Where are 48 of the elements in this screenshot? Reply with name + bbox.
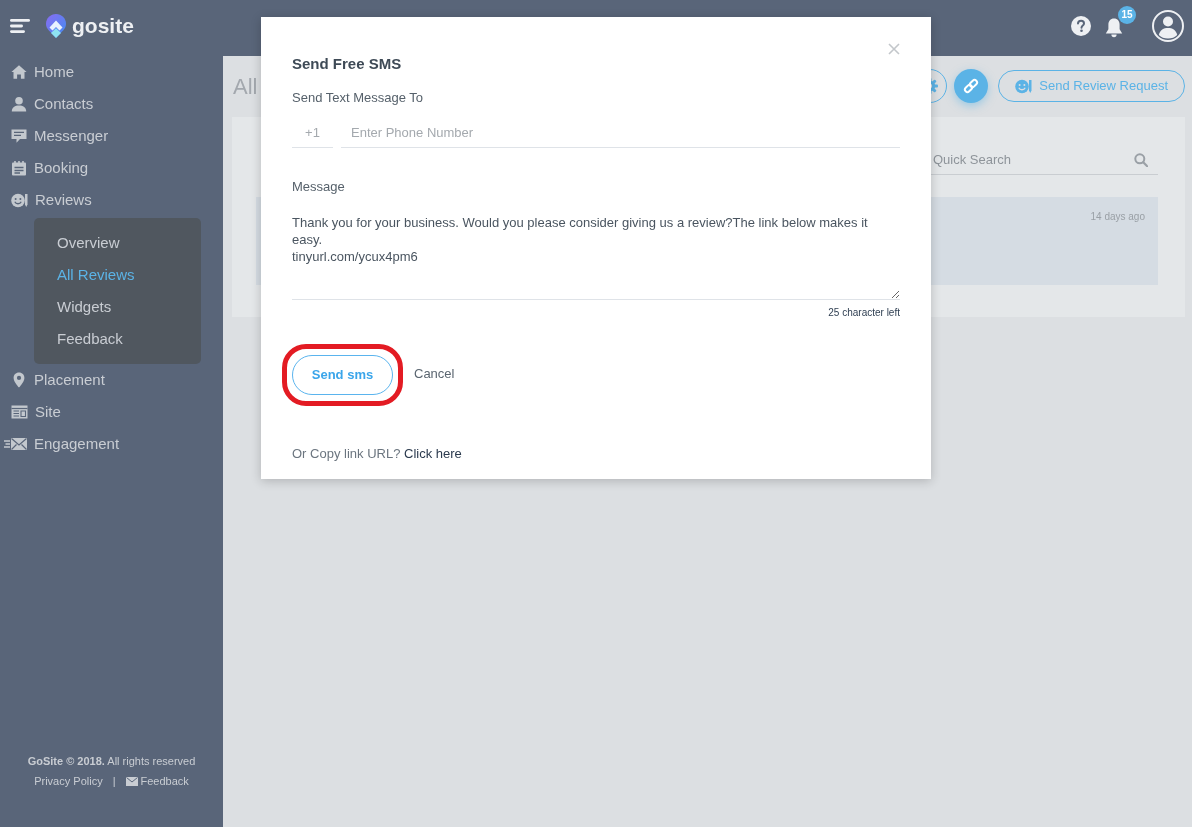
home-icon bbox=[11, 64, 27, 80]
user-avatar-icon[interactable] bbox=[1152, 10, 1184, 42]
phone-number-field[interactable]: Enter Phone Number bbox=[341, 118, 900, 148]
close-icon bbox=[888, 43, 900, 55]
submenu-item[interactable]: Widgets bbox=[34, 291, 201, 323]
copy-link-text: Or Copy link URL? Click here bbox=[292, 445, 463, 462]
recipient-label: Send Text Message To bbox=[292, 89, 425, 107]
message-label: Message bbox=[292, 178, 346, 196]
logo-text[interactable]: gosite bbox=[72, 14, 134, 38]
bell-icon[interactable] bbox=[1104, 17, 1124, 39]
browser-window-icon bbox=[11, 404, 28, 420]
smiley-pencil-icon bbox=[11, 192, 28, 208]
nav-item[interactable]: Booking bbox=[0, 152, 223, 184]
send-sms-button[interactable]: Send sms bbox=[292, 355, 393, 395]
feedback-link[interactable]: Feedback bbox=[125, 774, 189, 788]
notification-count: 15 bbox=[1118, 6, 1136, 24]
nav-item[interactable]: Placement bbox=[0, 364, 223, 396]
nav-item[interactable]: Engagement bbox=[0, 428, 223, 460]
nav-item[interactable]: Contacts bbox=[0, 88, 223, 120]
smiley-pencil-icon bbox=[1015, 78, 1033, 94]
cancel-button[interactable]: Cancel bbox=[414, 363, 455, 387]
map-pin-icon bbox=[11, 372, 27, 388]
message-field[interactable]: Thank you for your business. Would you please consider giving us a review?The link below makes it easy. tinyurl.com/ycux4pm6 bbox=[292, 205, 900, 300]
logo-icon[interactable] bbox=[46, 14, 66, 38]
nav-item[interactable]: Site bbox=[0, 396, 223, 428]
characters-left-text: 25 character left bbox=[828, 306, 900, 320]
help-icon[interactable] bbox=[1071, 16, 1091, 36]
chat-bubble-icon bbox=[11, 128, 27, 144]
separator-text: | bbox=[112, 774, 116, 788]
submenu-item[interactable]: Feedback bbox=[34, 323, 201, 355]
footer-link[interactable]: Privacy Policy bbox=[34, 774, 103, 788]
submenu-item[interactable]: All Reviews bbox=[34, 259, 201, 291]
modal-title: Send Free SMS bbox=[292, 55, 403, 73]
calendar-icon bbox=[11, 160, 27, 176]
nav-item[interactable]: Messenger bbox=[0, 120, 223, 152]
submenu-item[interactable]: Overview bbox=[34, 227, 201, 259]
person-icon bbox=[11, 96, 27, 112]
menu-icon[interactable] bbox=[10, 19, 30, 33]
copyright-text: GoSite © 2018. All rights reserved bbox=[27, 754, 196, 768]
country-code: +1 bbox=[292, 118, 333, 148]
link-icon bbox=[963, 78, 980, 94]
nav-item[interactable]: Home bbox=[0, 56, 223, 88]
page-title: All bbox=[233, 72, 258, 101]
envelope-icon bbox=[125, 776, 138, 786]
envelope-speed-icon bbox=[4, 436, 27, 452]
nav-item[interactable]: Reviews bbox=[0, 184, 223, 216]
click-here-link[interactable]: Click here bbox=[404, 446, 462, 461]
search-icon bbox=[1134, 153, 1148, 167]
